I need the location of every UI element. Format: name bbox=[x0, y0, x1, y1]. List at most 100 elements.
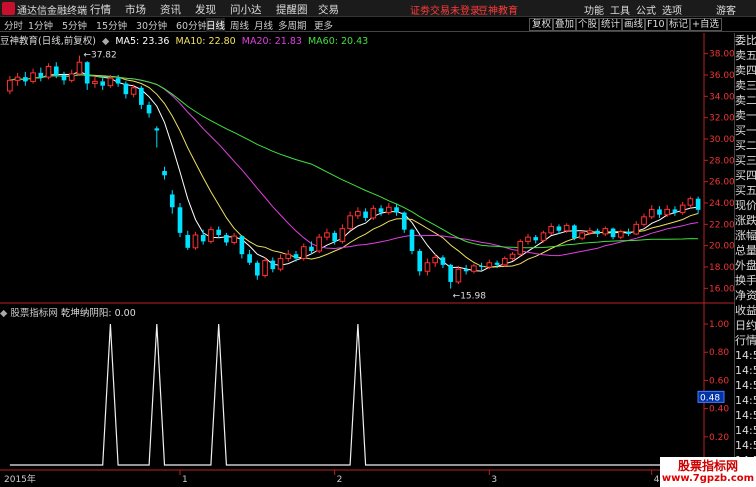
candle-body bbox=[53, 66, 59, 75]
period-more[interactable]: 更多 bbox=[314, 18, 333, 32]
y-tick-label: 20.00 bbox=[709, 242, 734, 252]
candle-body bbox=[123, 83, 129, 95]
ind-tick-label: 0.40 bbox=[709, 405, 729, 415]
candle-body bbox=[626, 231, 631, 234]
candle-body bbox=[300, 246, 307, 259]
menu-guest[interactable]: 游客 bbox=[716, 2, 736, 17]
menu-shichang[interactable]: 市场 bbox=[125, 2, 146, 17]
period-15min[interactable]: 15分钟 bbox=[96, 18, 127, 32]
app-name: 通达信金融终端 bbox=[17, 6, 87, 17]
side-label: 14:5 bbox=[735, 439, 756, 452]
menu-zixun[interactable]: 资讯 bbox=[160, 2, 181, 17]
candle-body bbox=[525, 236, 531, 242]
candle-body bbox=[224, 235, 229, 243]
candle-body bbox=[162, 171, 167, 176]
side-label: 14:5 bbox=[735, 349, 756, 362]
period-toolbar: 分时 1分钟 5分钟 15分钟 30分钟 60分钟 日线 周线 月线 多周期 更… bbox=[0, 17, 756, 32]
tool-f10[interactable]: F10 bbox=[644, 18, 668, 31]
side-label: 卖三 bbox=[735, 79, 756, 92]
indicator-legend: ◆ 股票指标网 乾坤纳阴阳: 0.00 bbox=[0, 305, 136, 319]
tool-zixuan[interactable]: +自选 bbox=[689, 18, 722, 31]
candle-body bbox=[617, 231, 624, 238]
menu-tixingquan[interactable]: 提醒圈 bbox=[276, 2, 308, 17]
side-label: 行情 bbox=[735, 334, 756, 347]
side-label: 买五 bbox=[735, 184, 756, 197]
ma5-label: MA5: 23.36 bbox=[115, 36, 170, 47]
candle-body bbox=[463, 269, 469, 272]
kline-chart[interactable]: 38.00 36.00 34.00 32.00 30.00 28.00 26.00 24.00… bbox=[0, 33, 734, 487]
x-tick-label: 4 bbox=[654, 475, 660, 485]
candle-body bbox=[448, 264, 453, 282]
candle-body bbox=[355, 211, 361, 217]
indicator-name: 乾坤纳阴阳: 0.00 bbox=[60, 308, 136, 319]
y-tick-label: 34.00 bbox=[709, 92, 734, 102]
candle-body bbox=[169, 194, 175, 208]
title-bar: 通达信金融终端 行情 市场 资讯 发现 问小达 提醒圈 交易 证劵交易未登录 豆… bbox=[0, 0, 756, 17]
side-label: 涨跌 bbox=[735, 214, 756, 227]
period-weekly[interactable]: 周线 bbox=[230, 18, 249, 32]
candle-body bbox=[84, 62, 90, 84]
y-tick-label: 24.00 bbox=[709, 199, 734, 209]
candle-body bbox=[76, 61, 83, 75]
side-label: 现价 bbox=[735, 199, 756, 212]
menu-xuanxiang[interactable]: 选项 bbox=[662, 2, 682, 17]
menu-gongshi[interactable]: 公式 bbox=[636, 2, 656, 17]
menu-gongju[interactable]: 工具 bbox=[610, 2, 630, 17]
candle-body bbox=[130, 87, 137, 95]
tool-biaoji[interactable]: 标记 bbox=[666, 18, 692, 31]
period-1min[interactable]: 1分钟 bbox=[28, 18, 53, 32]
candle-body bbox=[293, 254, 299, 259]
indicator-dot-icon: ◆ bbox=[0, 308, 8, 319]
candle-body bbox=[30, 72, 36, 82]
candle-body bbox=[602, 228, 609, 235]
login-notice[interactable]: 证劵交易未登录 bbox=[410, 2, 480, 17]
tool-huaxian[interactable]: 画线 bbox=[621, 18, 647, 31]
y-tick-label: 22.00 bbox=[709, 220, 734, 230]
period-30min[interactable]: 30分钟 bbox=[136, 18, 167, 32]
candle-body bbox=[255, 262, 260, 276]
menu-hangqing[interactable]: 行情 bbox=[90, 2, 111, 17]
stock-title: 豆神教育(日线,前复权) bbox=[0, 36, 96, 47]
candle-body bbox=[262, 260, 268, 277]
menu-gongneng[interactable]: 功能 bbox=[584, 2, 604, 17]
side-label: 涨幅 bbox=[735, 229, 756, 242]
login-link[interactable]: 豆神教育 bbox=[478, 2, 518, 17]
side-label: 买二 bbox=[735, 139, 756, 152]
tool-gegu[interactable]: 个股 bbox=[575, 18, 601, 31]
menu-wenxiaoda[interactable]: 问小达 bbox=[230, 2, 262, 17]
tool-diejia[interactable]: 叠加 bbox=[552, 18, 578, 31]
period-fenshi[interactable]: 分时 bbox=[4, 18, 23, 32]
ma10-label: MA10: 22.80 bbox=[175, 36, 236, 47]
period-daily[interactable]: 日线 bbox=[206, 18, 226, 32]
candle-body bbox=[200, 235, 206, 242]
period-multi[interactable]: 多周期 bbox=[278, 18, 307, 32]
candle-body bbox=[347, 215, 353, 230]
period-5min[interactable]: 5分钟 bbox=[62, 18, 87, 32]
tool-fuquan[interactable]: 复权 bbox=[529, 18, 555, 31]
candle-body bbox=[309, 246, 314, 251]
menu-jiaoyi[interactable]: 交易 bbox=[318, 2, 339, 17]
candle-body bbox=[115, 78, 121, 84]
candle-body bbox=[277, 257, 284, 270]
watermark-url: www.7gpzb.com bbox=[661, 473, 755, 484]
candle-body bbox=[192, 234, 199, 249]
candle-body bbox=[672, 209, 678, 213]
candle-body bbox=[208, 229, 214, 242]
side-label: 14:5 bbox=[735, 424, 756, 437]
legend-dot-icon: ◆ bbox=[101, 36, 110, 47]
site-watermark: 股票指标网 www.7gpzb.com bbox=[660, 457, 756, 487]
cursor-value-label: 0.48 bbox=[700, 393, 720, 403]
candle-body bbox=[332, 232, 337, 242]
candle-body bbox=[501, 257, 508, 266]
candle-body bbox=[401, 212, 407, 230]
candle-body bbox=[324, 232, 330, 238]
tool-tongji[interactable]: 统计 bbox=[598, 18, 624, 31]
period-monthly[interactable]: 月线 bbox=[254, 18, 273, 32]
menu-faxian[interactable]: 发现 bbox=[195, 2, 216, 17]
candle-body bbox=[556, 226, 562, 231]
period-60min[interactable]: 60分钟 bbox=[176, 18, 207, 32]
ma20-label: MA20: 21.83 bbox=[241, 36, 302, 47]
candle-body bbox=[231, 235, 237, 243]
side-label: 14:5 bbox=[735, 409, 756, 422]
candle-body bbox=[679, 204, 686, 214]
